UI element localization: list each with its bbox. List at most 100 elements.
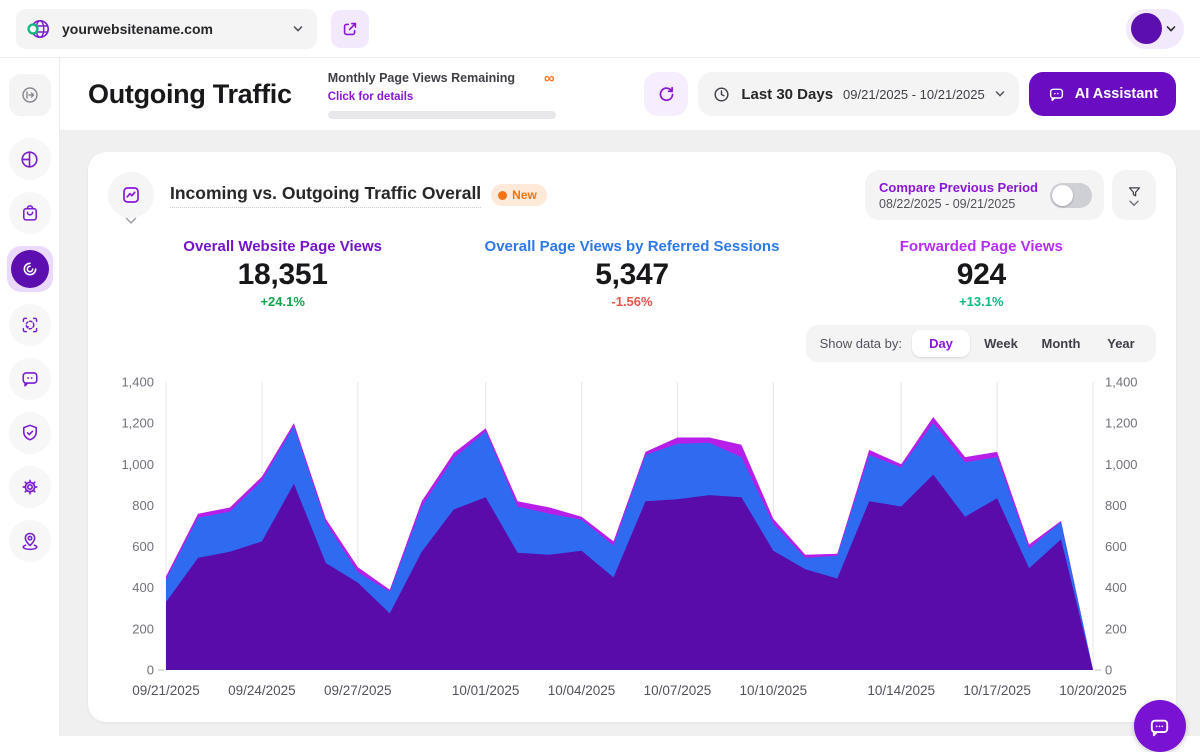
svg-text:09/27/2025: 09/27/2025 bbox=[324, 683, 392, 698]
chat-icon bbox=[1047, 85, 1066, 104]
quota-progress-bar bbox=[328, 111, 556, 119]
orange-dot-icon bbox=[498, 191, 507, 200]
svg-text:1,400: 1,400 bbox=[121, 375, 154, 390]
svg-text:10/07/2025: 10/07/2025 bbox=[644, 683, 712, 698]
clock-icon bbox=[712, 85, 731, 104]
chart-type-button[interactable] bbox=[108, 172, 154, 218]
svg-text:0: 0 bbox=[1105, 663, 1112, 678]
settings-gear-icon bbox=[19, 476, 41, 498]
chevron-down-icon bbox=[293, 24, 303, 34]
infinity-value: ∞ bbox=[544, 70, 556, 87]
svg-text:0: 0 bbox=[147, 663, 154, 678]
svg-text:1,400: 1,400 bbox=[1105, 375, 1138, 390]
scan-target-icon bbox=[19, 314, 41, 336]
sidebar-item-collapse[interactable] bbox=[9, 74, 51, 116]
compare-toggle[interactable] bbox=[1050, 183, 1092, 208]
toggle-knob bbox=[1052, 185, 1073, 206]
new-badge: New bbox=[491, 184, 547, 206]
svg-text:1,000: 1,000 bbox=[121, 457, 154, 472]
tab-year[interactable]: Year bbox=[1092, 330, 1150, 357]
metric-title: Overall Page Views by Referred Sessions bbox=[457, 238, 806, 255]
svg-text:09/24/2025: 09/24/2025 bbox=[228, 683, 296, 698]
metric-forwarded-page-views: Forwarded Page Views 924 +13.1% bbox=[807, 238, 1156, 309]
svg-text:1,200: 1,200 bbox=[121, 416, 154, 431]
sidebar-nav bbox=[0, 58, 60, 736]
top-bar: yourwebsitename.com bbox=[0, 0, 1200, 58]
svg-text:1,000: 1,000 bbox=[1105, 457, 1138, 472]
ai-assistant-label: AI Assistant bbox=[1075, 86, 1158, 102]
external-link-icon bbox=[340, 19, 360, 39]
shield-check-icon bbox=[19, 422, 41, 444]
ai-assistant-button[interactable]: AI Assistant bbox=[1029, 72, 1176, 116]
svg-text:10/17/2025: 10/17/2025 bbox=[963, 683, 1031, 698]
compare-previous-period: Compare Previous Period 08/22/2025 - 09/… bbox=[865, 170, 1104, 220]
compare-range: 08/22/2025 - 09/21/2025 bbox=[879, 197, 1038, 211]
compare-label: Compare Previous Period bbox=[879, 180, 1038, 195]
svg-text:200: 200 bbox=[132, 621, 154, 636]
refresh-icon bbox=[656, 84, 677, 105]
account-menu[interactable] bbox=[1126, 9, 1184, 49]
svg-text:09/21/2025: 09/21/2025 bbox=[132, 683, 200, 698]
comments-icon bbox=[19, 368, 41, 390]
show-data-by-label: Show data by: bbox=[820, 336, 902, 351]
svg-text:10/14/2025: 10/14/2025 bbox=[867, 683, 935, 698]
avatar bbox=[1131, 13, 1162, 44]
active-item-background bbox=[11, 250, 49, 288]
svg-text:1,200: 1,200 bbox=[1105, 416, 1138, 431]
sidebar-item-scan[interactable] bbox=[9, 304, 51, 346]
metric-delta: +24.1% bbox=[108, 294, 457, 309]
sidebar-item-traffic[interactable] bbox=[7, 246, 53, 292]
metric-referred-page-views: Overall Page Views by Referred Sessions … bbox=[457, 238, 806, 309]
filter-button[interactable] bbox=[1112, 170, 1156, 220]
line-chart-icon bbox=[119, 183, 143, 207]
metric-title: Forwarded Page Views bbox=[807, 238, 1156, 255]
chevron-down-icon bbox=[1166, 24, 1176, 34]
sidebar-item-security[interactable] bbox=[9, 412, 51, 454]
traffic-card: Incoming vs. Outgoing Traffic Overall Ne… bbox=[88, 152, 1176, 722]
globe-icon bbox=[26, 16, 52, 42]
metric-delta: -1.56% bbox=[457, 294, 806, 309]
quota-block: Monthly Page Views Remaining ∞ Click for… bbox=[328, 70, 556, 119]
metric-value: 924 bbox=[807, 258, 1156, 292]
store-bag-icon bbox=[19, 202, 41, 224]
svg-text:10/20/2025: 10/20/2025 bbox=[1059, 683, 1127, 698]
sidebar-item-locations[interactable] bbox=[9, 520, 51, 562]
open-website-button[interactable] bbox=[331, 10, 369, 48]
svg-text:600: 600 bbox=[1105, 539, 1127, 554]
date-range-selector[interactable]: Last 30 Days 09/21/2025 - 10/21/2025 bbox=[698, 72, 1018, 116]
metric-delta: +13.1% bbox=[807, 294, 1156, 309]
chevron-down-icon bbox=[1129, 200, 1139, 207]
traffic-area-chart[interactable]: 002002004004006006008008001,0001,0001,20… bbox=[108, 370, 1156, 708]
content-area: Incoming vs. Outgoing Traffic Overall Ne… bbox=[60, 130, 1200, 736]
quota-label: Monthly Page Views Remaining bbox=[328, 71, 515, 85]
svg-text:400: 400 bbox=[1105, 580, 1127, 595]
show-data-by-control: Show data by: Day Week Month Year bbox=[806, 325, 1156, 362]
chevron-down-icon bbox=[126, 217, 137, 225]
refresh-button[interactable] bbox=[644, 72, 688, 116]
chat-widget-button[interactable] bbox=[1134, 700, 1186, 752]
svg-text:10/04/2025: 10/04/2025 bbox=[548, 683, 616, 698]
sidebar-item-analytics[interactable] bbox=[9, 138, 51, 180]
location-pin-icon bbox=[19, 530, 41, 552]
svg-text:400: 400 bbox=[132, 580, 154, 595]
website-selector[interactable]: yourwebsitename.com bbox=[16, 9, 317, 49]
sidebar-item-comments[interactable] bbox=[9, 358, 51, 400]
page-title: Outgoing Traffic bbox=[88, 79, 292, 110]
tab-week[interactable]: Week bbox=[972, 330, 1030, 357]
collapse-sidebar-icon bbox=[19, 84, 41, 106]
card-title[interactable]: Incoming vs. Outgoing Traffic Overall bbox=[170, 183, 481, 208]
sidebar-item-settings[interactable] bbox=[9, 466, 51, 508]
metric-value: 5,347 bbox=[457, 258, 806, 292]
svg-text:800: 800 bbox=[132, 498, 154, 513]
funnel-icon bbox=[1126, 184, 1143, 201]
tab-day[interactable]: Day bbox=[912, 330, 970, 357]
svg-text:200: 200 bbox=[1105, 621, 1127, 636]
tab-month[interactable]: Month bbox=[1032, 330, 1090, 357]
svg-text:600: 600 bbox=[132, 539, 154, 554]
new-badge-label: New bbox=[512, 188, 537, 202]
website-name: yourwebsitename.com bbox=[62, 21, 213, 37]
metric-value: 18,351 bbox=[108, 258, 457, 292]
quota-details-link[interactable]: Click for details bbox=[328, 91, 414, 103]
svg-text:10/10/2025: 10/10/2025 bbox=[740, 683, 808, 698]
sidebar-item-store[interactable] bbox=[9, 192, 51, 234]
